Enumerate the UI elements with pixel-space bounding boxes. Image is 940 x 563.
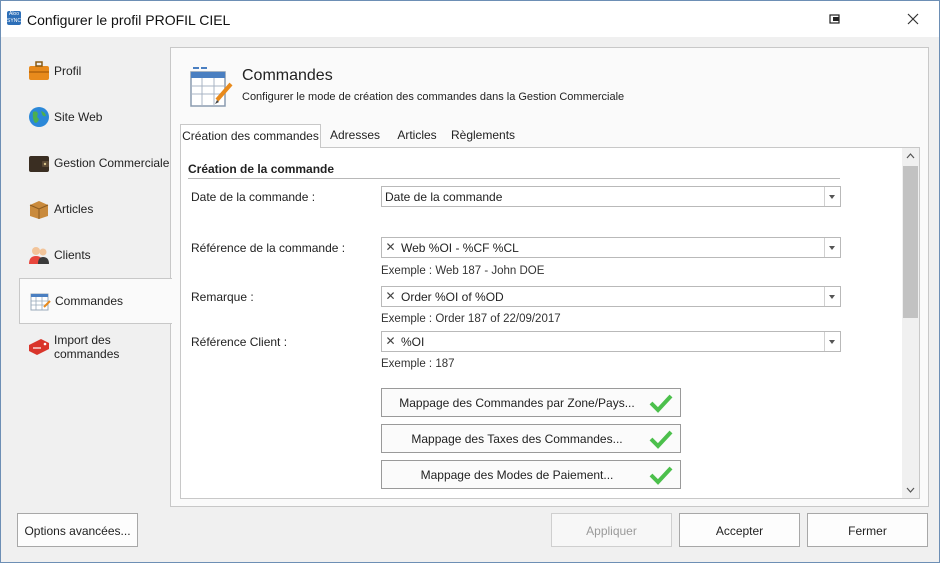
mapping-button-label: Mappage des Taxes des Commandes... bbox=[411, 432, 623, 446]
reference-commande-label: Référence de la commande : bbox=[191, 241, 346, 255]
sidebar-item-label: Gestion Commerciale bbox=[54, 156, 170, 170]
globe-icon bbox=[29, 107, 49, 127]
mapping-button-label: Mappage des Commandes par Zone/Pays... bbox=[399, 396, 635, 410]
reference-commande-value: Web %OI - %CF %CL bbox=[401, 241, 519, 255]
window-title: Configurer le profil PROFIL CIEL bbox=[27, 12, 231, 28]
briefcase-icon bbox=[29, 61, 49, 80]
sidebar-item-gestion-commerciale[interactable]: Gestion Commerciale bbox=[19, 141, 171, 185]
page-subtitle: Configurer le mode de création des comma… bbox=[242, 91, 625, 103]
sidebar-item-label: Import des commandes bbox=[54, 333, 120, 361]
dialog-window: Aloo SYNC Configurer le profil PROFIL CI… bbox=[0, 0, 940, 563]
check-icon bbox=[649, 466, 673, 485]
sidebar-item-label: Clients bbox=[54, 248, 91, 262]
mapping-taxes-button[interactable]: Mappage des Taxes des Commandes... bbox=[381, 424, 681, 453]
tab-adresses[interactable]: Adresses bbox=[325, 124, 385, 147]
scrollbar-thumb[interactable] bbox=[903, 166, 918, 318]
sidebar-item-commandes[interactable]: Commandes bbox=[19, 278, 172, 324]
scroll-down-icon[interactable] bbox=[902, 481, 919, 498]
mapping-zone-pays-button[interactable]: Mappage des Commandes par Zone/Pays... bbox=[381, 388, 681, 417]
box-icon bbox=[29, 201, 49, 219]
close-button[interactable]: Fermer bbox=[807, 513, 928, 547]
check-icon bbox=[649, 394, 673, 413]
chevron-down-icon[interactable] bbox=[824, 287, 840, 306]
main-panel: Commandes Configurer le mode de création… bbox=[170, 47, 929, 507]
apply-button[interactable]: Appliquer bbox=[551, 513, 672, 547]
order-sheet-icon bbox=[190, 67, 233, 107]
sidebar-item-label: Commandes bbox=[55, 294, 124, 308]
chevron-down-icon[interactable] bbox=[824, 238, 840, 257]
remarque-example: Exemple : Order 187 of 22/09/2017 bbox=[381, 313, 561, 325]
remarque-label: Remarque : bbox=[191, 290, 254, 304]
sidebar-item-label: Site Web bbox=[54, 110, 103, 124]
clear-icon[interactable]: ✕ bbox=[382, 287, 399, 306]
sidebar-item-site-web[interactable]: Site Web bbox=[19, 95, 171, 139]
remarque-combo[interactable]: ✕ Order %OI of %OD bbox=[381, 286, 841, 307]
advanced-options-button[interactable]: Options avancées... bbox=[17, 513, 138, 547]
restore-window-icon[interactable] bbox=[827, 11, 843, 27]
date-commande-value: Date de la commande bbox=[385, 190, 503, 204]
title-bar: Aloo SYNC Configurer le profil PROFIL CI… bbox=[1, 1, 939, 37]
mapping-button-label: Mappage des Modes de Paiement... bbox=[420, 468, 614, 482]
chevron-down-icon[interactable] bbox=[824, 187, 840, 206]
reference-client-combo[interactable]: ✕ %OI bbox=[381, 331, 841, 352]
vertical-scrollbar[interactable] bbox=[902, 148, 919, 498]
tab-creation-commandes[interactable]: Création des commandes bbox=[180, 124, 321, 148]
date-commande-label: Date de la commande : bbox=[191, 190, 316, 204]
chevron-down-icon[interactable] bbox=[824, 332, 840, 351]
page-title: Commandes bbox=[242, 67, 333, 84]
clear-icon[interactable]: ✕ bbox=[382, 238, 399, 257]
reference-client-value: %OI bbox=[401, 335, 425, 349]
sidebar-item-articles[interactable]: Articles bbox=[19, 187, 171, 231]
section-title: Création de la commande bbox=[188, 162, 335, 176]
sidebar-item-profil[interactable]: Profil bbox=[19, 49, 171, 93]
scroll-up-icon[interactable] bbox=[902, 148, 919, 165]
reference-commande-example: Exemple : Web 187 - John DOE bbox=[381, 265, 545, 277]
order-sheet-icon bbox=[30, 293, 51, 311]
sidebar-item-label: Profil bbox=[54, 64, 82, 78]
section-divider bbox=[188, 178, 840, 179]
users-icon bbox=[29, 247, 49, 264]
tab-articles[interactable]: Articles bbox=[393, 124, 441, 147]
sidebar-item-label: Articles bbox=[54, 202, 94, 216]
tab-reglements[interactable]: Règlements bbox=[451, 124, 515, 147]
sidebar-item-clients[interactable]: Clients bbox=[19, 233, 171, 277]
accept-button[interactable]: Accepter bbox=[679, 513, 800, 547]
mapping-modes-paiement-button[interactable]: Mappage des Modes de Paiement... bbox=[381, 460, 681, 489]
reference-client-example: Exemple : 187 bbox=[381, 358, 455, 370]
app-logo-icon: Aloo SYNC bbox=[7, 11, 21, 25]
sidebar-item-import-commandes[interactable]: Import des commandes bbox=[19, 325, 171, 369]
remarque-value: Order %OI of %OD bbox=[401, 290, 504, 304]
tab-page-creation: Création de la commande Date de la comma… bbox=[180, 147, 920, 499]
wallet-icon bbox=[29, 156, 49, 172]
sidebar-nav: Profil Site Web Gestion Commerciale Arti… bbox=[19, 47, 172, 507]
clear-icon[interactable]: ✕ bbox=[382, 332, 399, 351]
close-window-icon[interactable] bbox=[903, 9, 923, 29]
date-commande-select[interactable]: Date de la commande bbox=[381, 186, 841, 207]
sale-tag-icon bbox=[29, 339, 49, 355]
reference-commande-combo[interactable]: ✕ Web %OI - %CF %CL bbox=[381, 237, 841, 258]
reference-client-label: Référence Client : bbox=[191, 335, 288, 349]
check-icon bbox=[649, 430, 673, 449]
